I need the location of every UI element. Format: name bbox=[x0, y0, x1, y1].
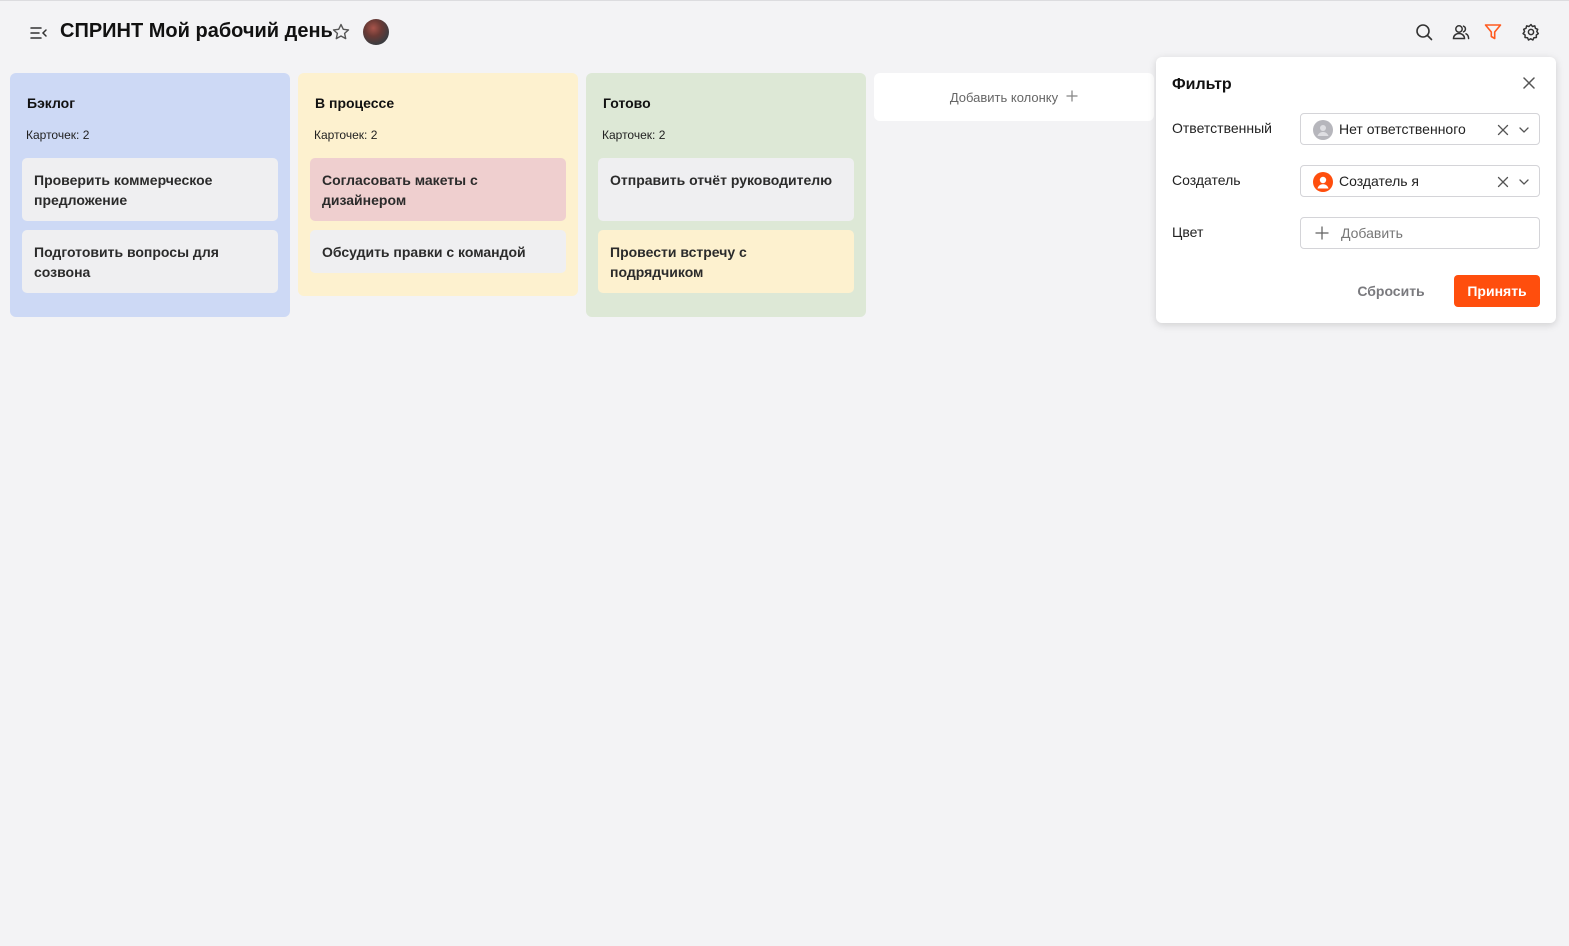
card[interactable]: Провести встречу с подрядчиком bbox=[598, 230, 854, 293]
add-column-button[interactable]: Добавить колонку bbox=[874, 73, 1154, 121]
column-done: Готово Карточек: 2 Отправить отчёт руков… bbox=[586, 73, 866, 317]
card[interactable]: Подготовить вопросы для созвона bbox=[22, 230, 278, 293]
page-title: СПРИНТ Мой рабочий день bbox=[60, 20, 333, 42]
close-icon[interactable] bbox=[1521, 75, 1537, 91]
chevron-down-icon[interactable] bbox=[1517, 123, 1531, 137]
apply-button[interactable]: Принять bbox=[1454, 275, 1540, 307]
color-placeholder: Добавить bbox=[1341, 225, 1403, 241]
column-backlog: Бэклог Карточек: 2 Проверить коммерческо… bbox=[10, 73, 290, 317]
creator-select[interactable]: Создатель я bbox=[1300, 165, 1540, 197]
column-card-count: Карточек: 2 bbox=[314, 128, 378, 142]
board-header: СПРИНТ Мой рабочий день bbox=[0, 1, 1569, 63]
star-icon[interactable] bbox=[331, 22, 351, 42]
users-icon[interactable] bbox=[1451, 22, 1471, 42]
column-card-count: Карточек: 2 bbox=[26, 128, 90, 142]
assignee-select[interactable]: Нет ответственного bbox=[1300, 113, 1540, 145]
avatar[interactable] bbox=[363, 19, 389, 45]
filter-panel: Фильтр Ответственный Нет ответственного … bbox=[1156, 57, 1556, 323]
color-add-field[interactable]: Добавить bbox=[1300, 217, 1540, 249]
column-card-count: Карточек: 2 bbox=[602, 128, 666, 142]
user-avatar-icon bbox=[1313, 172, 1333, 192]
gear-icon[interactable] bbox=[1521, 22, 1541, 42]
card[interactable]: Проверить коммерческое предложение bbox=[22, 158, 278, 221]
reset-button[interactable]: Сбросить bbox=[1354, 275, 1428, 307]
search-icon[interactable] bbox=[1414, 22, 1434, 42]
color-label: Цвет bbox=[1172, 224, 1204, 240]
plus-icon bbox=[1315, 226, 1329, 245]
card[interactable]: Отправить отчёт руководителю bbox=[598, 158, 854, 221]
column-title: Бэклог bbox=[27, 95, 76, 111]
chevron-down-icon[interactable] bbox=[1517, 175, 1531, 189]
creator-value: Создатель я bbox=[1339, 173, 1420, 189]
filter-icon[interactable] bbox=[1483, 22, 1503, 42]
clear-icon[interactable] bbox=[1496, 175, 1510, 189]
plus-icon bbox=[1066, 90, 1078, 105]
column-title: В процессе bbox=[315, 95, 395, 111]
no-user-avatar-icon bbox=[1313, 120, 1333, 140]
column-in-progress: В процессе Карточек: 2 Согласовать макет… bbox=[298, 73, 578, 296]
menu-collapse-icon[interactable] bbox=[28, 23, 48, 43]
filter-title: Фильтр bbox=[1172, 76, 1232, 93]
add-column-label: Добавить колонку bbox=[949, 89, 1059, 105]
card[interactable]: Согласовать макеты с дизайнером bbox=[310, 158, 566, 221]
creator-label: Создатель bbox=[1172, 172, 1241, 188]
assignee-value: Нет ответственного bbox=[1339, 121, 1466, 137]
assignee-label: Ответственный bbox=[1172, 120, 1272, 136]
column-title: Готово bbox=[603, 95, 651, 111]
card[interactable]: Обсудить правки с командой bbox=[310, 230, 566, 273]
clear-icon[interactable] bbox=[1496, 123, 1510, 137]
